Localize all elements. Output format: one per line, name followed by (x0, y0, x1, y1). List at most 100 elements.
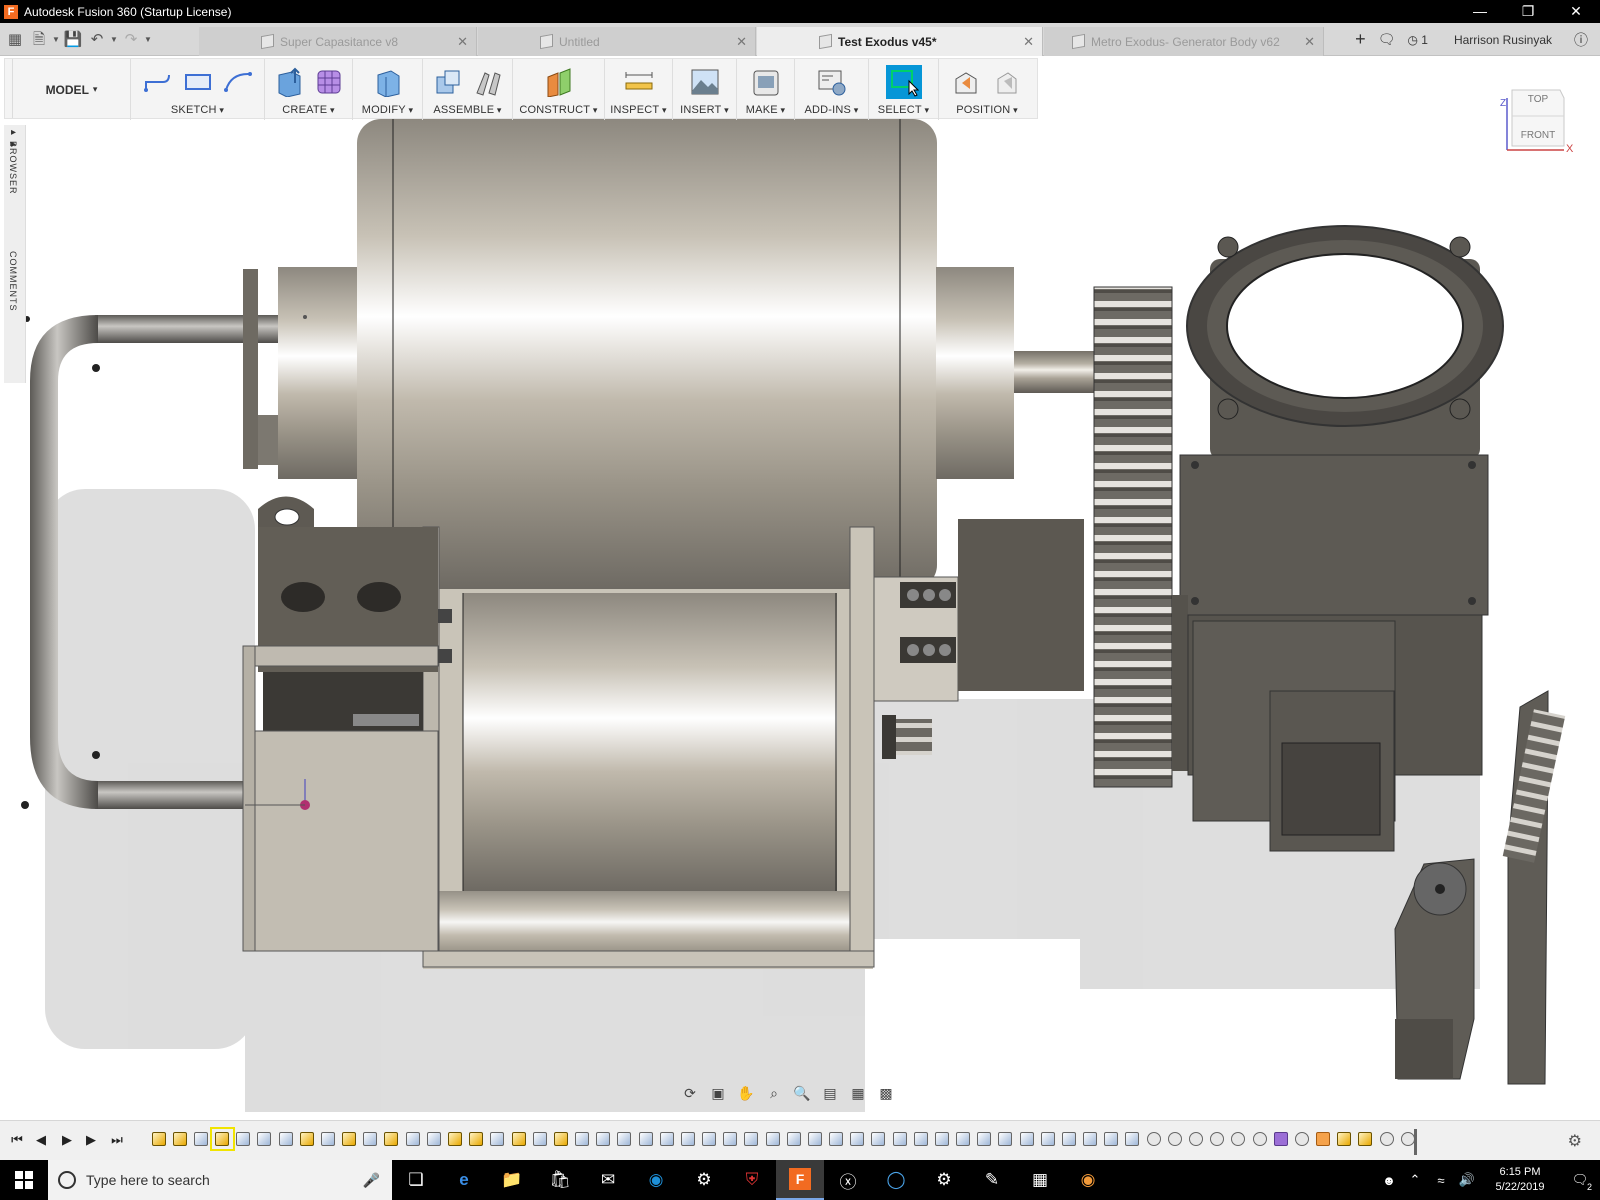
timeline-feature-icon[interactable] (423, 1129, 444, 1149)
toolbar-group-add-ins[interactable]: ADD-INS (795, 59, 869, 120)
timeline-joint-icon[interactable] (1291, 1129, 1312, 1149)
user-account[interactable]: Harrison Rusinyak (1448, 33, 1558, 47)
form-create-icon[interactable] (313, 66, 345, 98)
show-hidden-icons-chevron-icon[interactable]: ⌃ (1402, 1172, 1428, 1188)
view-cube-front[interactable]: FRONT (1512, 130, 1564, 141)
timeline-feature-icon[interactable] (656, 1129, 677, 1149)
file-menu-caret-icon[interactable]: ▼ (52, 35, 60, 44)
fusion-360-taskbar-icon[interactable]: F (776, 1160, 824, 1200)
construct-menu-label[interactable]: CONSTRUCT (519, 104, 597, 116)
mail-icon[interactable]: ✉ (584, 1160, 632, 1200)
microphone-icon[interactable]: 🎤 (363, 1172, 380, 1189)
viewports-icon[interactable]: ▩ (875, 1083, 897, 1103)
timeline-position-icon[interactable] (1312, 1129, 1333, 1149)
toolbar-group-modify[interactable]: MODIFY (353, 59, 423, 120)
file-explorer-icon[interactable]: 📁 (488, 1160, 536, 1200)
close-button[interactable]: ✕ (1552, 0, 1600, 23)
timeline-feature-icon[interactable] (381, 1129, 402, 1149)
timeline-first-icon[interactable]: ⏮ (8, 1131, 26, 1149)
timeline-feature-icon[interactable] (487, 1129, 508, 1149)
save-icon[interactable]: 💾 (62, 29, 84, 51)
position-menu-label[interactable]: POSITION (956, 104, 1018, 116)
timeline-feature-icon[interactable] (190, 1129, 211, 1149)
toolbar-group-inspect[interactable]: INSPECT (605, 59, 673, 120)
timeline-feature-icon[interactable] (614, 1129, 635, 1149)
timeline-feature-icon[interactable] (466, 1129, 487, 1149)
zoom-icon[interactable]: ⌕ (763, 1083, 785, 1103)
extrude-icon[interactable] (273, 66, 305, 98)
timeline-joint-icon[interactable] (1185, 1129, 1206, 1149)
cortana-app-icon[interactable]: ◉ (632, 1160, 680, 1200)
timeline-feature-icon[interactable] (953, 1129, 974, 1149)
offset-plane-icon[interactable] (543, 66, 575, 98)
timeline-feature-icon[interactable] (233, 1129, 254, 1149)
close-tab-icon[interactable]: ✕ (1304, 34, 1315, 50)
timeline-feature-icon[interactable] (1058, 1129, 1079, 1149)
timeline-feature-icon[interactable] (910, 1129, 931, 1149)
timeline-track[interactable] (148, 1127, 1418, 1151)
calculator-icon[interactable]: ▦ (1016, 1160, 1064, 1200)
timeline-feature-icon[interactable] (360, 1129, 381, 1149)
timeline-feature-icon[interactable] (931, 1129, 952, 1149)
timeline-feature-icon[interactable] (1355, 1129, 1376, 1149)
add-ins-menu-label[interactable]: ADD-INS (804, 104, 858, 116)
capture-position-icon[interactable] (951, 66, 983, 98)
timeline-last-icon[interactable]: ⏭ (108, 1131, 126, 1149)
timeline-feature-icon[interactable] (529, 1129, 550, 1149)
redo-caret-icon[interactable]: ▼ (144, 35, 152, 44)
tab-untitled[interactable]: Untitled ✕ (478, 27, 756, 56)
redo-icon[interactable]: ↷ (120, 29, 142, 51)
people-icon[interactable]: ☻ (1376, 1173, 1402, 1188)
measure-icon[interactable] (623, 66, 655, 98)
timeline-feature-icon[interactable] (974, 1129, 995, 1149)
timeline-joint-icon[interactable] (1207, 1129, 1228, 1149)
store-icon[interactable]: 🛍 (536, 1160, 584, 1200)
notifications-icon[interactable]: 🗨 (1372, 31, 1402, 48)
close-tab-icon[interactable]: ✕ (457, 34, 468, 50)
timeline-feature-icon[interactable] (593, 1129, 614, 1149)
look-at-icon[interactable]: ▣ (707, 1083, 729, 1103)
timeline-feature-icon[interactable] (868, 1129, 889, 1149)
timeline-feature-icon[interactable] (804, 1129, 825, 1149)
joint-icon[interactable] (472, 66, 504, 98)
timeline-joint-icon[interactable] (1249, 1129, 1270, 1149)
steam-client-icon[interactable]: ⚙ (920, 1160, 968, 1200)
create-menu-label[interactable]: CREATE (282, 104, 334, 116)
editor-app-icon[interactable]: ✎ (968, 1160, 1016, 1200)
workspace-switcher[interactable]: MODEL (13, 59, 131, 120)
undo-caret-icon[interactable]: ▼ (110, 35, 118, 44)
toolbar-group-position[interactable]: POSITION (939, 59, 1035, 120)
timeline-feature-icon[interactable] (995, 1129, 1016, 1149)
chrome-icon[interactable]: ◉ (1064, 1160, 1112, 1200)
timeline-feature-icon[interactable] (550, 1129, 571, 1149)
timeline-feature-icon[interactable] (847, 1129, 868, 1149)
task-view-icon[interactable]: ❏ (392, 1160, 440, 1200)
toolbar-group-assemble[interactable]: ASSEMBLE (423, 59, 513, 120)
timeline-feature-icon[interactable] (1101, 1129, 1122, 1149)
tab-metro-exodus-generator[interactable]: Metro Exodus- Generator Body v62 ✕ (1044, 27, 1324, 56)
timeline-feature-icon[interactable] (1334, 1129, 1355, 1149)
data-panel-grid-icon[interactable]: ▦ (4, 29, 26, 51)
timeline-marker[interactable] (1414, 1129, 1417, 1155)
timeline-form-icon[interactable] (1270, 1129, 1291, 1149)
taskbar-search[interactable]: Type here to search 🎤 (48, 1160, 392, 1200)
timeline-feature-icon[interactable] (275, 1129, 296, 1149)
timeline-next-icon[interactable]: ▶ (82, 1131, 100, 1149)
new-component-icon[interactable] (432, 66, 464, 98)
timeline-feature-icon[interactable] (402, 1129, 423, 1149)
timeline-feature-icon[interactable] (209, 1127, 235, 1151)
timeline-feature-icon[interactable] (635, 1129, 656, 1149)
wifi-icon[interactable]: ≈ (1428, 1173, 1454, 1188)
revert-position-icon[interactable] (991, 66, 1023, 98)
scripts-addins-icon[interactable] (816, 66, 848, 98)
toolbar-group-create[interactable]: CREATE (265, 59, 353, 120)
view-cube-top[interactable]: TOP (1512, 94, 1564, 105)
select-menu-label[interactable]: SELECT (878, 104, 929, 116)
antivirus-shield-icon[interactable]: ⛨ (728, 1160, 776, 1200)
sketch-arc-icon[interactable] (222, 66, 254, 98)
timeline-prev-icon[interactable]: ◀ (32, 1131, 50, 1149)
insert-menu-label[interactable]: INSERT (680, 104, 729, 116)
sketch-rectangle-icon[interactable] (182, 66, 214, 98)
file-menu-icon[interactable]: 🗎 (28, 29, 50, 51)
timeline-feature-icon[interactable] (783, 1129, 804, 1149)
